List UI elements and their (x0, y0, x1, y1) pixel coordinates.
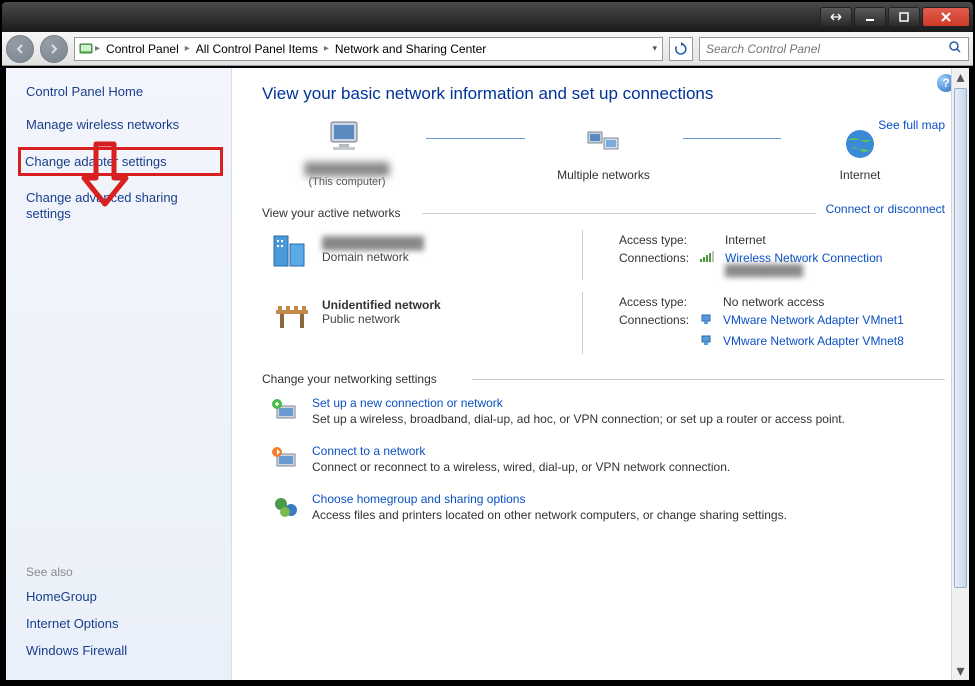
maximize-button[interactable] (888, 7, 920, 27)
body: Control Panel Home Manage wireless netwo… (6, 68, 969, 680)
domain-network-icon (262, 230, 322, 274)
homegroup-icon (262, 492, 312, 522)
close-button[interactable] (922, 7, 970, 27)
access-type-value-0: Internet (721, 232, 886, 248)
diagram-computer-caption: (This computer) (272, 176, 422, 188)
annotation-arrow-icon (80, 140, 130, 210)
settings-item-connect: Connect to a network Connect or reconnec… (262, 444, 945, 474)
network-row-0: ████████████ Domain network Access type:… (262, 230, 945, 280)
diagram-internet: Internet (785, 124, 935, 182)
titlebar (2, 2, 973, 32)
scroll-thumb[interactable] (954, 88, 967, 588)
connection-ssid-blurred: ██████████ (725, 265, 882, 277)
scroll-up-button[interactable]: ▴ (952, 68, 969, 86)
page-title: View your basic network information and … (262, 84, 945, 104)
active-networks-heading: View your active networks Connect or dis… (262, 206, 945, 220)
connections-label: Connections: (615, 250, 693, 278)
network-type-1: Public network (322, 312, 441, 326)
change-settings-heading: Change your networking settings (262, 372, 945, 386)
titlebar-extra-button[interactable] (820, 7, 852, 27)
connection-link-wireless[interactable]: Wireless Network Connection (725, 251, 882, 265)
network-name-1: Unidentified network (322, 298, 441, 312)
minimize-button[interactable] (854, 7, 886, 27)
see-also-internet-options[interactable]: Internet Options (26, 616, 221, 631)
control-panel-icon (77, 40, 95, 58)
connection-link-vmnet8[interactable]: VMware Network Adapter VMnet8 (723, 334, 904, 348)
nav-back-button[interactable] (6, 35, 34, 63)
signal-bars-icon (699, 251, 715, 266)
settings-item-homegroup: Choose homegroup and sharing options Acc… (262, 492, 945, 522)
settings-desc-setup: Set up a wireless, broadband, dial-up, a… (312, 412, 845, 426)
diagram-computer-name: ██████████ (272, 162, 422, 176)
diagram-this-computer: ██████████ (This computer) (272, 118, 422, 188)
breadcrumb-item-2[interactable]: Network and Sharing Center (329, 38, 492, 60)
scrollbar[interactable]: ▴ ▾ (951, 68, 969, 680)
diagram-multiple-label: Multiple networks (529, 168, 679, 182)
see-full-map-link[interactable]: See full map (878, 118, 945, 132)
scroll-down-button[interactable]: ▾ (952, 662, 969, 680)
chevron-down-icon[interactable]: ▾ (649, 43, 660, 54)
see-also-windows-firewall[interactable]: Windows Firewall (26, 643, 221, 658)
breadcrumb-bar[interactable]: ▸ Control Panel ▸ All Control Panel Item… (74, 37, 663, 61)
search-box[interactable] (699, 37, 969, 61)
settings-item-setup: Set up a new connection or network Set u… (262, 396, 945, 426)
networks-icon (529, 124, 679, 164)
breadcrumb-item-1[interactable]: All Control Panel Items (190, 38, 324, 60)
network-row-1: Unidentified network Public network Acce… (262, 292, 945, 354)
access-type-label: Access type: (615, 294, 693, 310)
network-name-blurred: ████████████ (322, 236, 424, 250)
search-input[interactable] (706, 42, 948, 56)
diagram-multiple-networks: Multiple networks (529, 124, 679, 182)
refresh-button[interactable] (669, 37, 693, 61)
computer-icon (272, 118, 422, 158)
window: ▸ Control Panel ▸ All Control Panel Item… (0, 0, 975, 686)
settings-link-homegroup[interactable]: Choose homegroup and sharing options (312, 492, 787, 506)
see-also-title: See also (26, 565, 221, 579)
search-icon (948, 40, 962, 57)
connect-network-icon (262, 444, 312, 474)
connections-label: Connections: (615, 312, 693, 331)
connect-disconnect-link[interactable]: Connect or disconnect (816, 202, 945, 216)
connection-link-vmnet1[interactable]: VMware Network Adapter VMnet1 (723, 313, 904, 327)
setup-connection-icon (262, 396, 312, 426)
breadcrumb-item-0[interactable]: Control Panel (100, 38, 185, 60)
cable-icon (699, 337, 713, 351)
access-type-label: Access type: (615, 232, 693, 248)
settings-desc-homegroup: Access files and printers located on oth… (312, 508, 787, 522)
nav-forward-button[interactable] (40, 35, 68, 63)
diagram-connector (426, 138, 525, 139)
settings-link-setup[interactable]: Set up a new connection or network (312, 396, 845, 410)
public-network-icon (262, 292, 322, 336)
content: ? View your basic network information an… (232, 68, 969, 680)
diagram-internet-label: Internet (785, 168, 935, 182)
network-type-0: Domain network (322, 250, 424, 264)
addressbar: ▸ Control Panel ▸ All Control Panel Item… (2, 32, 973, 66)
diagram-connector (683, 138, 782, 139)
settings-desc-connect: Connect or reconnect to a wireless, wire… (312, 460, 730, 474)
sidebar-item-manage-wireless[interactable]: Manage wireless networks (26, 117, 221, 133)
cable-icon (699, 316, 713, 330)
settings-link-connect[interactable]: Connect to a network (312, 444, 730, 458)
see-also-homegroup[interactable]: HomeGroup (26, 589, 221, 604)
access-type-value-1: No network access (719, 294, 908, 310)
sidebar-home[interactable]: Control Panel Home (26, 84, 221, 99)
